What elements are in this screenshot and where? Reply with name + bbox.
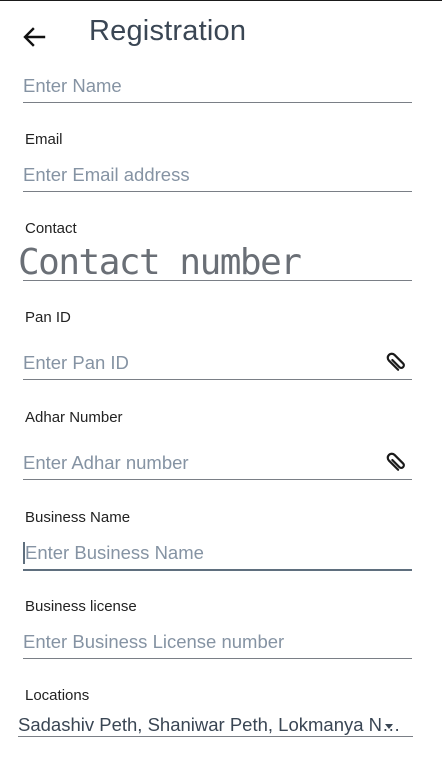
pan-label: Pan ID [25,309,71,326]
locations-value: Sadashiv Peth, Shaniwar Peth, Lokmanya N… [18,714,402,735]
contact-input[interactable] [18,240,410,284]
pan-field[interactable] [23,349,412,380]
email-input[interactable] [23,161,373,189]
business-name-label: Business Name [25,509,131,526]
business-name-field[interactable] [23,539,412,571]
name-field[interactable] [23,72,412,103]
adhar-field[interactable] [23,449,412,480]
locations-label: Locations [25,687,90,704]
chevron-down-icon [385,724,393,729]
contact-label: Contact [25,220,77,237]
app-bar: Registration [0,1,442,65]
locations-dropdown[interactable]: Sadashiv Peth, Shaniwar Peth, Lokmanya N… [18,712,413,737]
business-name-input[interactable] [23,539,375,567]
name-input[interactable] [23,72,373,100]
paperclip-icon [386,352,405,371]
adhar-label: Adhar Number [25,409,123,426]
adhar-attach-button[interactable] [384,449,408,475]
pan-attach-button[interactable] [384,349,408,375]
adhar-input[interactable] [23,449,373,477]
business-license-input[interactable] [23,628,373,656]
pan-input[interactable] [23,349,373,377]
business-license-field[interactable] [23,628,412,659]
page-title: Registration [89,15,247,47]
paperclip-icon [386,452,405,471]
text-cursor [23,542,25,564]
back-button[interactable] [20,23,48,51]
email-label: Email [25,131,63,148]
email-field[interactable] [23,161,412,192]
business-license-label: Business license [25,598,137,615]
contact-field[interactable] [18,240,412,284]
arrow-left-icon [23,27,46,47]
